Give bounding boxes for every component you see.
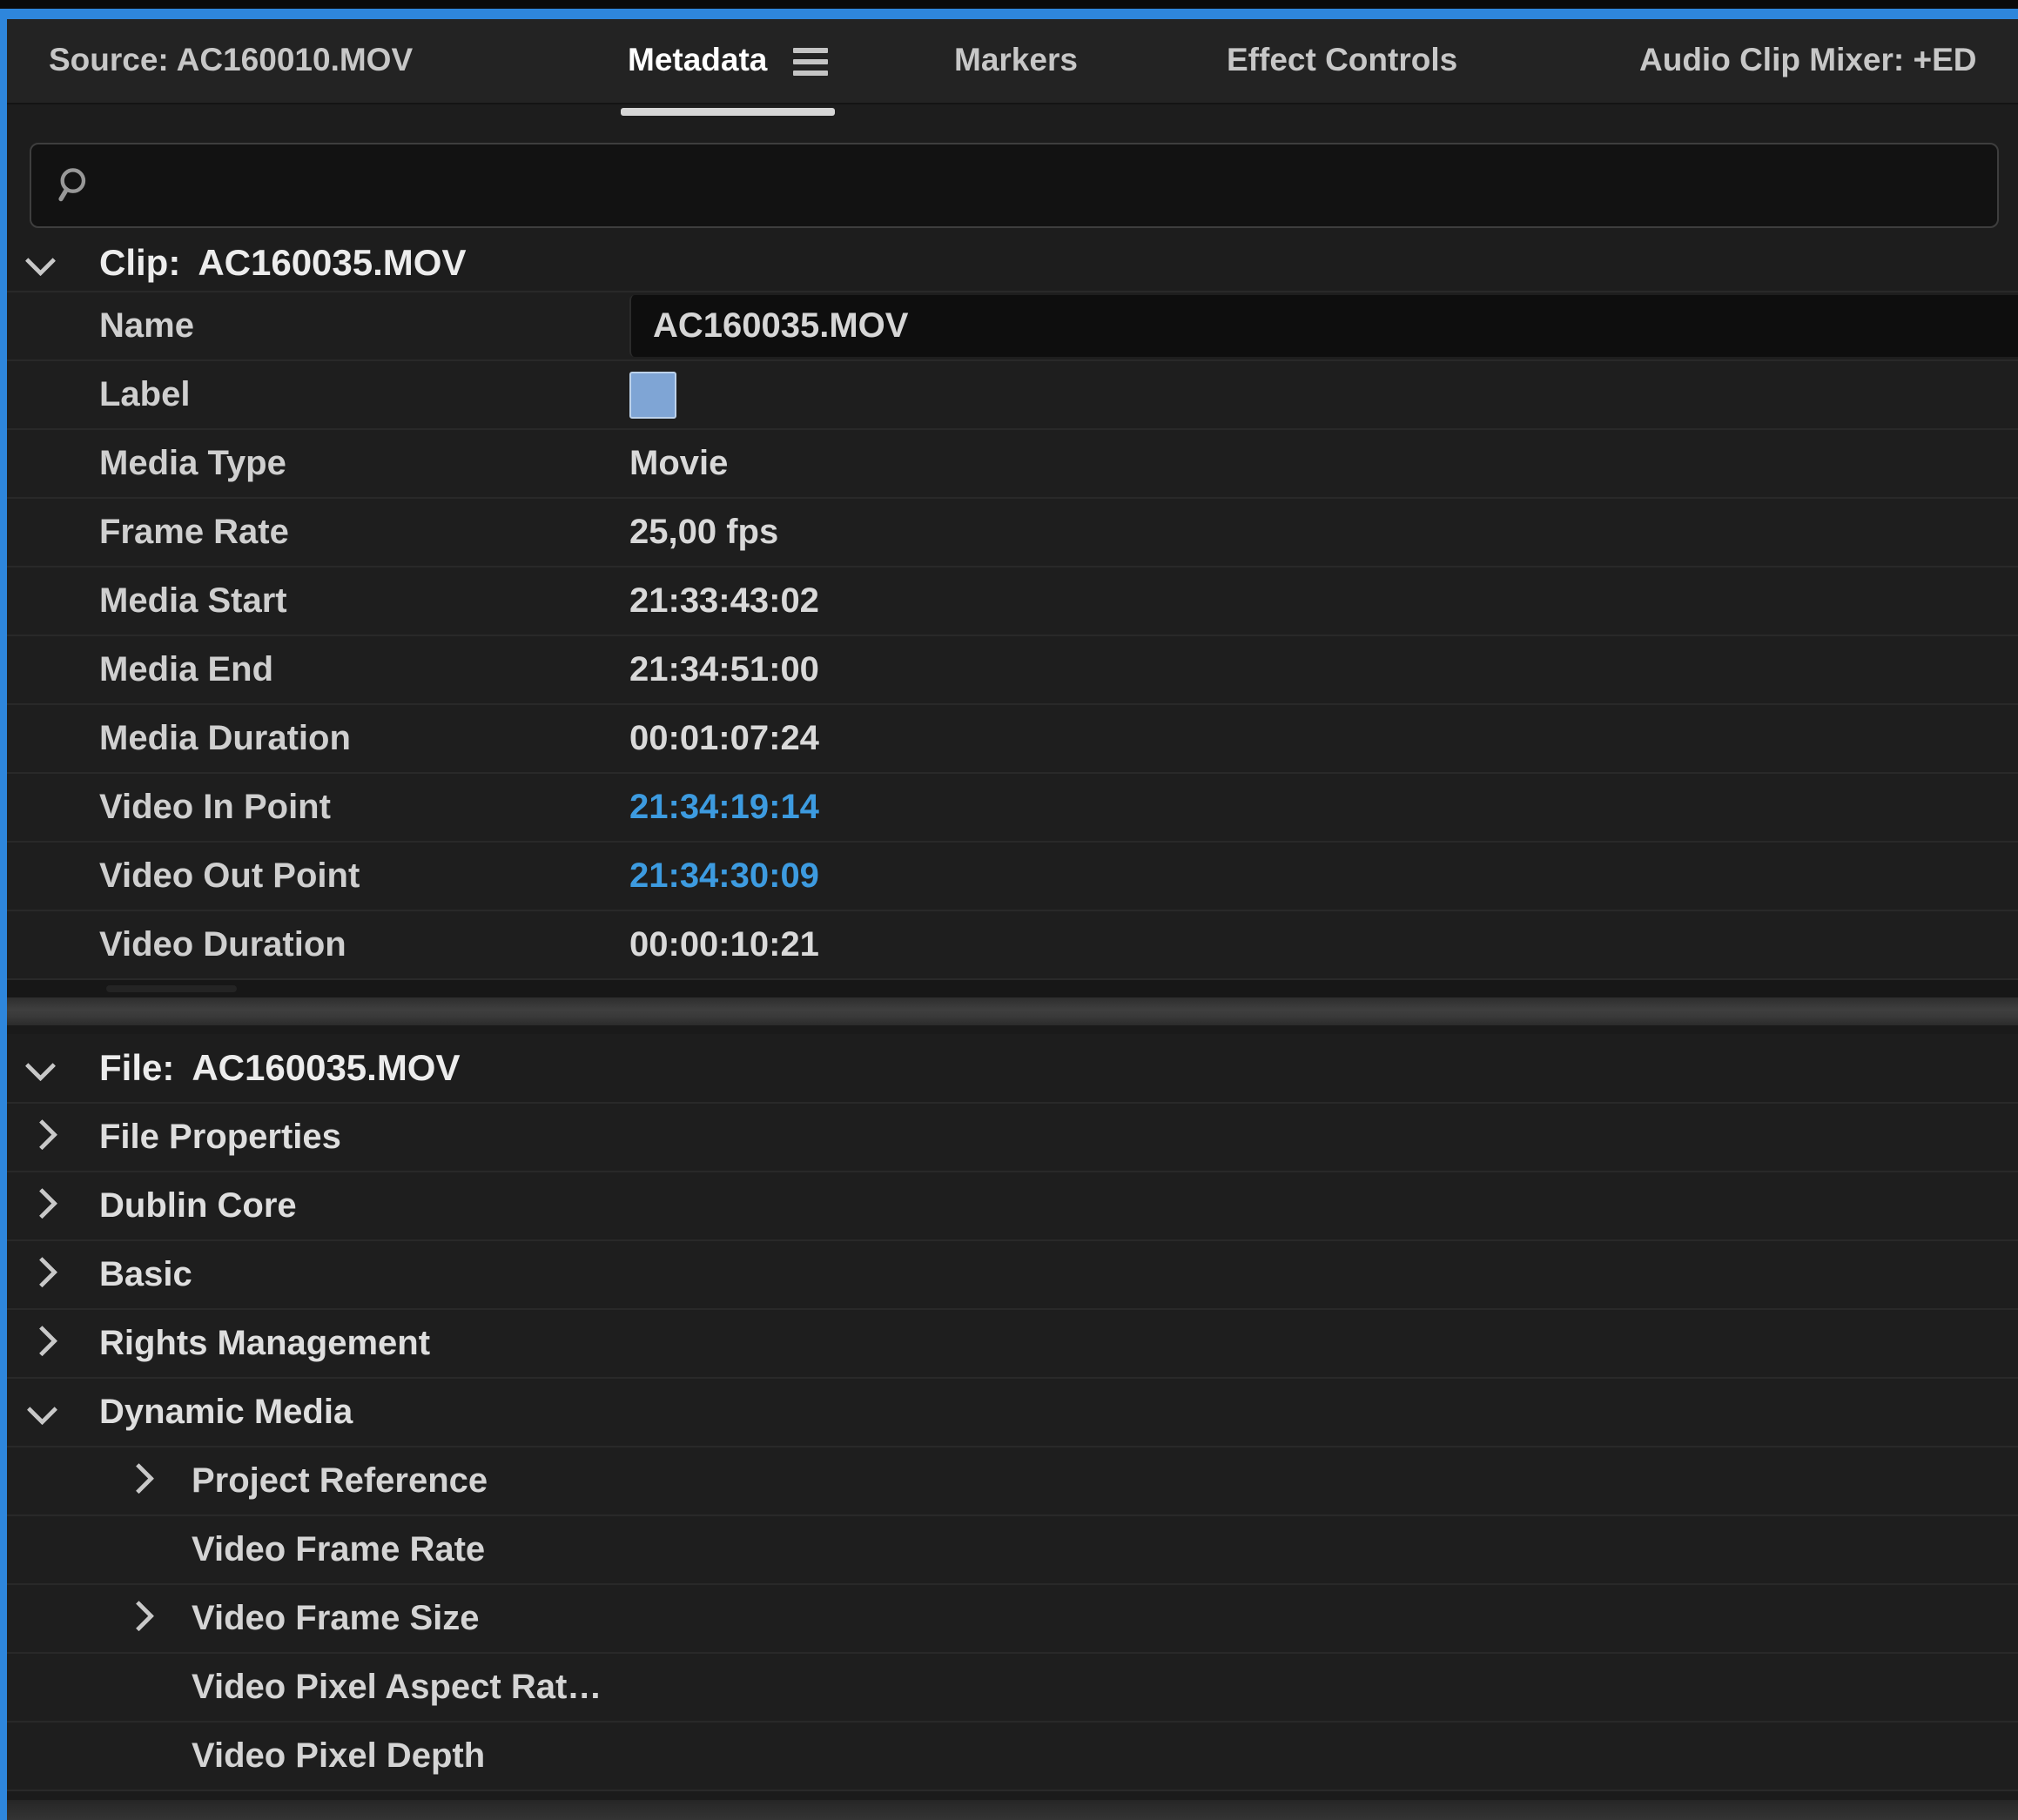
metadata-panel: Source: AC160010.MOV Metadata Markers Ef… [0, 0, 2018, 1820]
metadata-row-video-in-point: Video In Point 21:34:19:14 [7, 774, 2018, 843]
expand-chevron-icon[interactable] [7, 1470, 192, 1492]
field-video-pixel-aspect-ratio[interactable]: Video Pixel Aspect Rat… [7, 1654, 2018, 1723]
row-value: Movie [629, 444, 728, 483]
tab-label: Metadata [628, 42, 767, 78]
collapse-chevron-icon[interactable] [7, 1058, 99, 1079]
field-video-pixel-depth[interactable]: Video Pixel Depth [7, 1723, 2018, 1791]
collapse-chevron-icon[interactable] [7, 1401, 99, 1423]
group-dublin-core[interactable]: Dublin Core [7, 1172, 2018, 1241]
tab-label: Audio Clip Mixer: +ED [1639, 42, 1977, 78]
panel-tab-bar: Source: AC160010.MOV Metadata Markers Ef… [7, 19, 2018, 104]
group-rights-management[interactable]: Rights Management [7, 1310, 2018, 1379]
clipped-text-remnant [106, 985, 237, 992]
row-value: 25,00 fps [629, 513, 778, 552]
bottom-scroll-area [7, 1800, 2018, 1820]
section-splitter-handle[interactable] [7, 997, 2018, 1025]
row-value: 00:01:07:24 [629, 719, 819, 758]
clip-section-title: Clip:AC160035.MOV [99, 242, 466, 284]
tab-audio-clip-mixer[interactable]: Audio Clip Mixer: +ED [1639, 42, 1977, 78]
file-section-header[interactable]: File:AC160035.MOV [7, 1034, 2018, 1102]
tab-label: Markers [954, 42, 1078, 78]
metadata-row-video-out-point: Video Out Point 21:34:30:09 [7, 843, 2018, 911]
field-video-frame-rate[interactable]: Video Frame Rate [7, 1516, 2018, 1585]
clipped-row-remnant [7, 980, 2018, 997]
row-value-timecode: 21:34:19:14 [629, 788, 819, 827]
search-input[interactable] [110, 154, 1997, 217]
tab-effect-controls[interactable]: Effect Controls [1227, 42, 1457, 78]
row-label: Media Type [7, 444, 629, 483]
clip-name-input[interactable] [629, 295, 2018, 357]
row-value: 00:00:10:21 [629, 925, 819, 964]
window-edge [0, 0, 2018, 9]
panel-menu-icon[interactable] [793, 44, 828, 76]
field-project-reference[interactable]: Project Reference [7, 1447, 2018, 1516]
group-file-properties[interactable]: File Properties [7, 1104, 2018, 1172]
row-label: Media Duration [7, 719, 629, 758]
tab-markers[interactable]: Markers [954, 42, 1078, 78]
tab-source-monitor[interactable]: Source: AC160010.MOV [49, 42, 413, 78]
group-dynamic-media[interactable]: Dynamic Media [7, 1379, 2018, 1447]
tab-metadata[interactable]: Metadata [628, 42, 828, 78]
metadata-row-media-end: Media End 21:34:51:00 [7, 636, 2018, 705]
file-metadata-rows: File Properties Dublin Core Basic Rights… [7, 1102, 2018, 1791]
metadata-row-media-start: Media Start 21:33:43:02 [7, 567, 2018, 636]
row-label: Name [7, 306, 629, 346]
group-basic[interactable]: Basic [7, 1241, 2018, 1310]
collapse-chevron-icon[interactable] [7, 252, 99, 274]
row-label: Video Duration [7, 925, 629, 964]
expand-chevron-icon[interactable] [7, 1333, 99, 1354]
clip-section-header[interactable]: Clip:AC160035.MOV [7, 235, 2018, 291]
metadata-row-frame-rate: Frame Rate 25,00 fps [7, 499, 2018, 567]
expand-chevron-icon[interactable] [7, 1126, 99, 1148]
panel-body: Source: AC160010.MOV Metadata Markers Ef… [0, 19, 2018, 1820]
section-gap [7, 1025, 2018, 1034]
clip-metadata-rows: Name Label Media Type Movie Frame Rate 2… [7, 291, 2018, 980]
search-icon [52, 163, 98, 208]
panel-focus-border-top [0, 9, 2018, 19]
row-label: Frame Rate [7, 513, 629, 552]
field-video-frame-size[interactable]: Video Frame Size [7, 1585, 2018, 1654]
row-label: Video Out Point [7, 856, 629, 896]
metadata-search-box [30, 143, 1999, 228]
file-section-title: File:AC160035.MOV [99, 1047, 461, 1089]
tab-label: Source: AC160010.MOV [49, 42, 413, 78]
metadata-row-media-type: Media Type Movie [7, 430, 2018, 499]
row-label: Media End [7, 650, 629, 689]
row-label: Media Start [7, 581, 629, 621]
row-label: Video In Point [7, 788, 629, 827]
row-value-timecode: 21:34:30:09 [629, 856, 819, 896]
expand-chevron-icon[interactable] [7, 1608, 192, 1629]
metadata-row-label: Label [7, 361, 2018, 430]
clipped-row-remnant [7, 1791, 2018, 1800]
row-value: 21:34:51:00 [629, 650, 819, 689]
metadata-content: Clip:AC160035.MOV Name Label Media Type … [7, 104, 2018, 1820]
expand-chevron-icon[interactable] [7, 1264, 99, 1286]
label-color-swatch[interactable] [629, 372, 676, 419]
tab-label: Effect Controls [1227, 42, 1457, 78]
metadata-row-video-duration: Video Duration 00:00:10:21 [7, 911, 2018, 980]
metadata-row-name: Name [7, 292, 2018, 361]
row-value: 21:33:43:02 [629, 581, 819, 621]
expand-chevron-icon[interactable] [7, 1195, 99, 1217]
metadata-row-media-duration: Media Duration 00:01:07:24 [7, 705, 2018, 774]
row-label: Label [7, 375, 629, 414]
